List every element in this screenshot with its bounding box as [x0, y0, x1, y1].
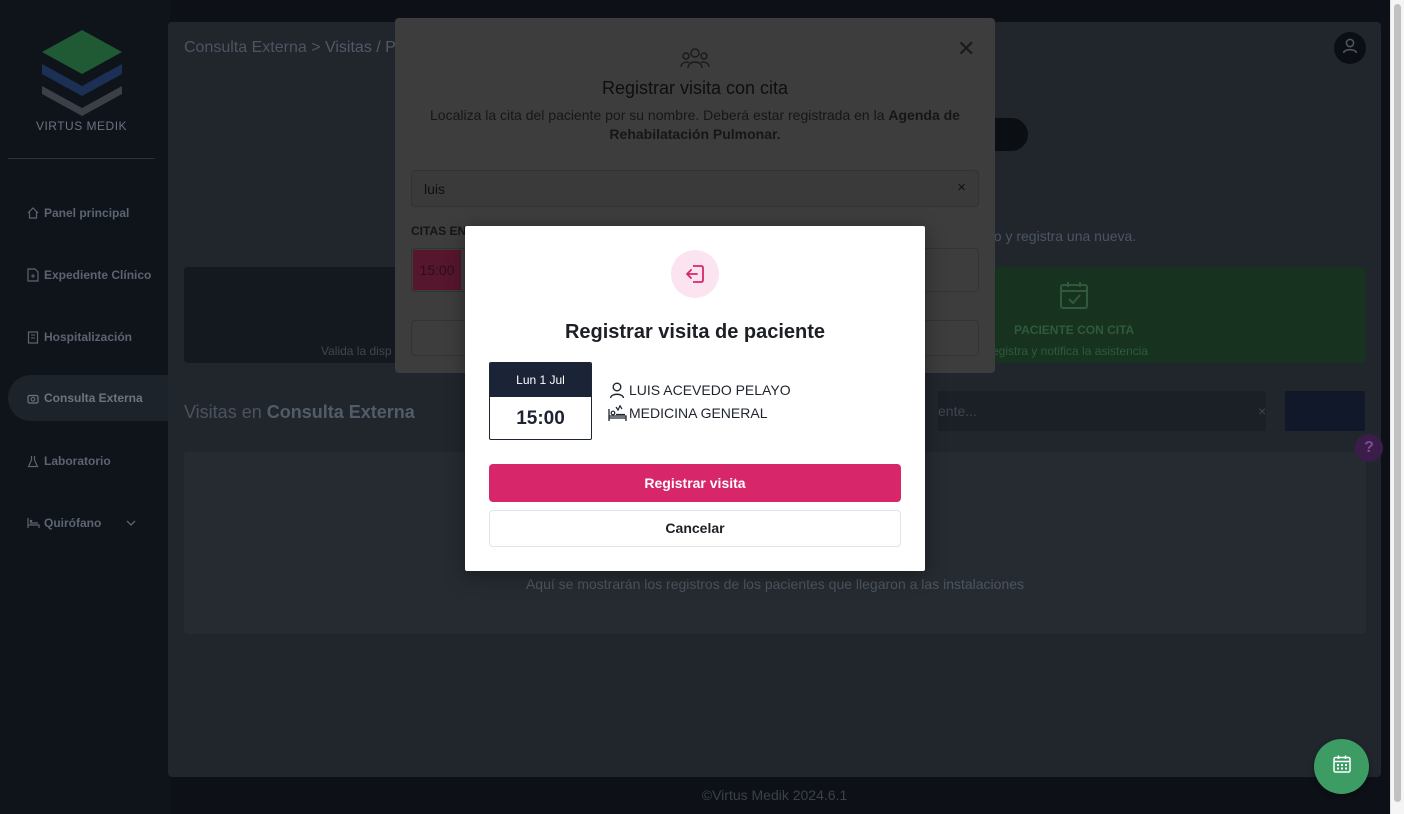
register-visit-button[interactable]: Registrar visita	[489, 464, 901, 502]
breadcrumb-current: Visitas / P	[324, 39, 396, 56]
file-icon	[26, 268, 40, 282]
chevron-down-icon	[126, 518, 136, 529]
patient-name: LUIS ACEVEDO PELAYO	[629, 382, 791, 398]
building-icon	[26, 330, 40, 344]
search-clear-button[interactable]: ×	[1258, 403, 1266, 419]
appointment-date: Lun 1 Jul	[490, 363, 591, 397]
empty-state-text: Aquí se mostrarán los registros de los p…	[525, 576, 1025, 592]
search-button[interactable]	[1285, 391, 1365, 431]
sidebar: VIRTUS MEDIK Panel principal Expediente …	[0, 0, 170, 814]
dialog-title: Registrar visita de paciente	[564, 321, 826, 343]
breadcrumb: Consulta Externa > Visitas / P	[184, 39, 396, 57]
register-visit-dialog: Registrar visita de paciente Lun 1 Jul 1…	[465, 226, 925, 571]
sign-in-icon	[671, 250, 719, 298]
medical-bed-icon	[607, 404, 627, 422]
page-scrollbar[interactable]	[1390, 0, 1404, 814]
users-icon	[680, 46, 710, 77]
user-avatar[interactable]	[1334, 32, 1366, 64]
patient-name-row: LUIS ACEVEDO PELAYO	[607, 381, 791, 399]
sidebar-item-label: Hospitalización	[44, 330, 133, 344]
surgery-bed-icon	[26, 516, 40, 530]
sidebar-item-label: Expediente Clínico	[44, 268, 152, 282]
specialty-name: MEDICINA GENERAL	[629, 405, 768, 421]
card-subtitle: Valida la disp	[321, 344, 392, 358]
dialog-title: Registrar visita con cita	[601, 78, 789, 98]
visits-search-input[interactable]: ente...	[938, 391, 1266, 431]
clear-search-icon[interactable]: ×	[957, 179, 966, 196]
sidebar-item-label: Quirófano	[44, 516, 102, 530]
footer-text: ©Virtus Medik 2024.6.1	[701, 787, 848, 803]
search-value: luis	[424, 181, 446, 197]
appointment-time: 15:00	[413, 250, 461, 290]
sidebar-item-expediente-clinico[interactable]: Expediente Clínico	[8, 252, 170, 298]
help-button[interactable]: ?	[1355, 434, 1383, 462]
appointment-time: 15:00	[516, 408, 565, 429]
home-icon	[26, 206, 40, 220]
sidebar-item-laboratorio[interactable]: Laboratorio	[8, 438, 170, 484]
close-icon[interactable]: ✕	[957, 36, 975, 62]
dialog-description: Localiza la cita del paciente por su nom…	[415, 106, 975, 144]
sidebar-item-consulta-externa[interactable]: Consulta Externa	[8, 375, 170, 421]
visits-title-bold: Consulta Externa	[266, 402, 415, 422]
cancel-button[interactable]: Cancelar	[489, 510, 901, 547]
calendar-check-icon	[1058, 279, 1090, 316]
brand-name: VIRTUS MEDIK	[35, 119, 128, 133]
visits-title-prefix: Visitas en	[184, 402, 267, 422]
appointments-section-label: CITAS EN	[411, 224, 467, 238]
visits-section-title: Visitas en Consulta Externa	[184, 402, 415, 423]
calendar-fab-button[interactable]	[1314, 739, 1369, 794]
patient-search-input[interactable]: luis ×	[411, 170, 979, 207]
search-placeholder: ente...	[938, 403, 977, 419]
user-icon	[1340, 36, 1360, 61]
card-title: PACIENTE CON CITA	[1014, 323, 1135, 337]
calendar-icon	[1332, 754, 1352, 779]
scrollbar-thumb[interactable]	[1394, 4, 1401, 802]
camera-icon	[26, 391, 40, 405]
virtus-medik-logo	[42, 30, 122, 116]
sidebar-item-label: Panel principal	[44, 206, 130, 220]
sidebar-item-quirofano[interactable]: Quirófano	[8, 500, 170, 546]
breadcrumb-root[interactable]: Consulta Externa	[184, 39, 307, 56]
sidebar-item-hospitalizacion[interactable]: Hospitalización	[8, 314, 170, 360]
appointment-date-card: Lun 1 Jul 15:00	[489, 362, 592, 440]
patient-with-appointment-card[interactable]: PACIENTE CON CITA egistra y notifica la …	[978, 267, 1366, 363]
user-icon	[607, 381, 627, 399]
specialty-row: MEDICINA GENERAL	[607, 404, 767, 422]
flask-icon	[26, 454, 40, 468]
sidebar-divider	[8, 158, 155, 159]
breadcrumb-separator: >	[311, 39, 321, 56]
card-subtitle: egistra y notifica la asistencia	[992, 344, 1149, 358]
hint-text: do y registra una nueva.	[986, 228, 1137, 244]
description-text: Localiza la cita del paciente por su nom…	[430, 107, 889, 123]
sidebar-item-label: Consulta Externa	[44, 391, 143, 405]
sidebar-item-panel-principal[interactable]: Panel principal	[8, 190, 170, 236]
sidebar-item-label: Laboratorio	[44, 454, 111, 468]
